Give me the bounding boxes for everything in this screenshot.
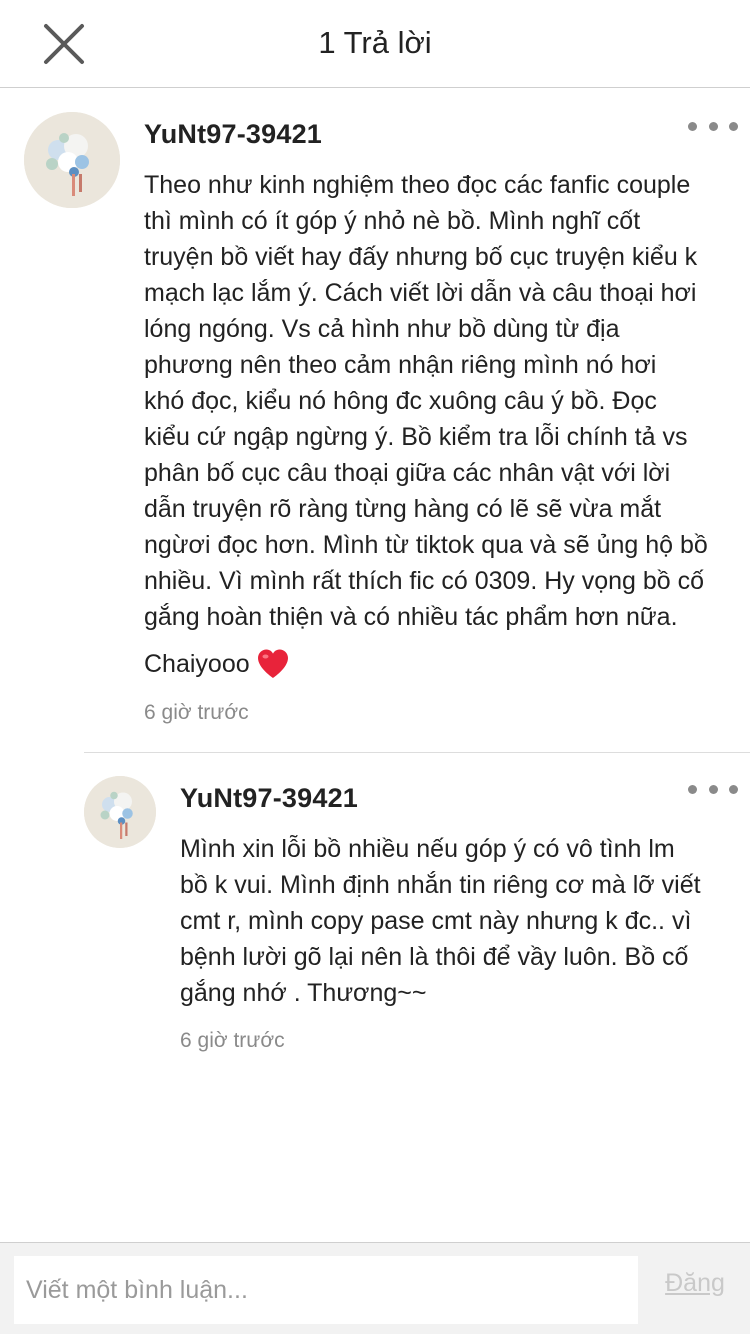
comment-line: dẫn truyện rõ ràng từng hàng có lẽ sẽ vừ…	[144, 495, 662, 523]
comment-line: nhiều. Vì mình rất thích fic có 0309. Hy…	[144, 567, 705, 595]
reply-body: Mình xin lỗi bồ nhiều nếu góp ý có vô tì…	[180, 831, 744, 1011]
avatar-image	[84, 776, 156, 848]
reply-line: gắng nhớ . Thương~~	[180, 979, 427, 1007]
reply-line: cmt r, mình copy pase cmt này nhưng k đc…	[180, 907, 692, 935]
comment-line: truyện bồ viết hay đấy nhưng bố cục truy…	[144, 243, 698, 271]
reply: YuNt97-39421 Mình xin lỗi bồ nhiều nếu g…	[0, 752, 750, 1072]
avatar-image	[24, 112, 120, 208]
page-title: 1 Trả lời	[318, 25, 432, 60]
reply-timestamp: 6 giờ trước	[180, 1029, 285, 1052]
comment-line: kiểu cứ ngập ngừng ý. Bồ kiểm tra lỗi ch…	[144, 423, 688, 451]
comment: YuNt97-39421 Theo như kinh nghiệm theo đ…	[0, 88, 750, 752]
avatar[interactable]	[24, 112, 120, 208]
comment-line: Theo như kinh nghiệm theo đọc các fanfic…	[144, 171, 691, 199]
comment-line: ngừơi đọc hơn. Mình từ tiktok qua và sẽ …	[144, 531, 708, 559]
comment-more-button[interactable]	[688, 111, 738, 141]
comment-closing-text: Chaiyooo	[144, 650, 250, 678]
heart-emoji-icon	[256, 648, 290, 680]
more-options-icon	[688, 784, 697, 794]
post-button[interactable]: Đăng	[650, 1269, 740, 1298]
comment-line: lóng ngóng. Vs cả hình như bồ dùng từ đị…	[144, 315, 620, 343]
comment-line: khó đọc, kiểu nó hông đc xuông câu ý bồ.…	[144, 387, 657, 415]
reply-line: Mình xin lỗi bồ nhiều nếu góp ý có vô tì…	[180, 835, 675, 863]
header: 1 Trả lời	[0, 0, 750, 88]
more-options-icon	[688, 121, 697, 131]
comment-closing-line: Chaiyooo	[144, 646, 290, 682]
comment-input[interactable]	[14, 1256, 638, 1324]
comment-body: Theo như kinh nghiệm theo đọc các fanfic…	[144, 167, 744, 635]
comment-username[interactable]: YuNt97-39421	[144, 119, 322, 150]
replies-screen: 1 Trả lời YuNt97-39421 Theo như kinh ngh…	[0, 0, 750, 1334]
comment-line: phân bố cục câu thoại giữa các nhân vật …	[144, 459, 671, 487]
comment-line: phương nên theo cảm nhận riêng mình nó h…	[144, 351, 657, 379]
reply-line: bệnh lười gõ lại nên là thôi để vầy luôn…	[180, 943, 689, 971]
avatar[interactable]	[84, 776, 156, 848]
comment-timestamp: 6 giờ trước	[144, 701, 249, 724]
comment-line: mạch lạc lắm ý. Cách viết lời dẫn và câu…	[144, 279, 697, 307]
comment-composer: Đăng	[0, 1242, 750, 1334]
reply-more-button[interactable]	[688, 774, 738, 804]
comment-line: gắng hoàn thiện và có nhiều tác phẩm hơn…	[144, 603, 678, 631]
reply-line: bồ k vui. Mình định nhắn tin riêng cơ mà…	[180, 871, 701, 899]
comment-line: thì mình có ít góp ý nhỏ nè bồ. Mình ngh…	[144, 207, 641, 235]
reply-username[interactable]: YuNt97-39421	[180, 783, 358, 814]
